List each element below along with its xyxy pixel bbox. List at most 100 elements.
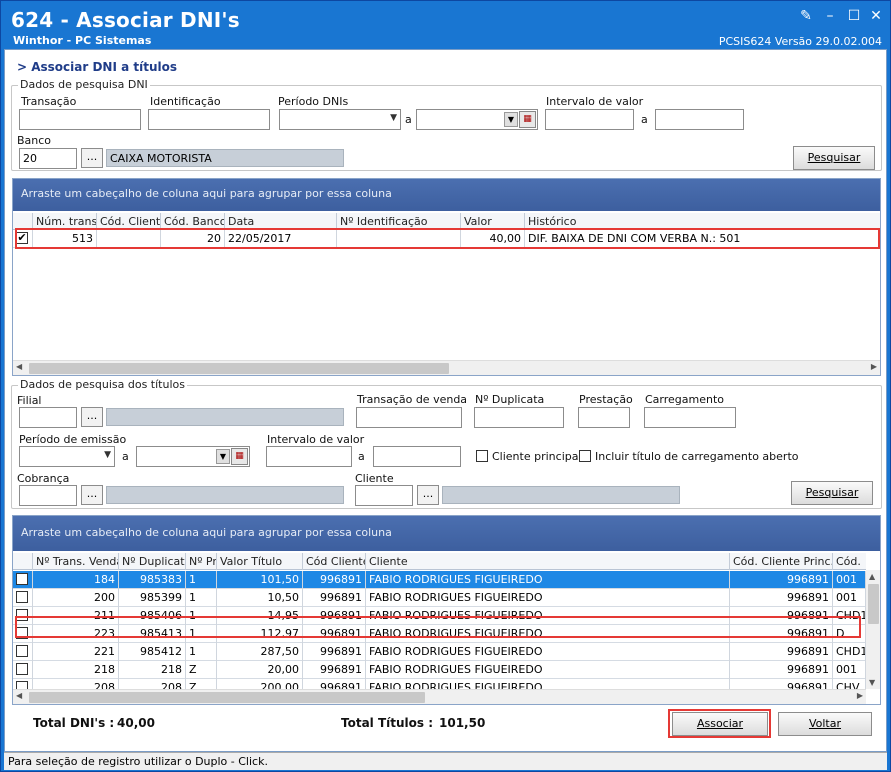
dni-row-checkbox[interactable]: ✔ [16, 232, 28, 244]
dni-grid-hscrollbar[interactable]: ◀ ▶ [13, 360, 880, 375]
dni-grid-hscroll-thumb[interactable] [29, 363, 449, 374]
incluir-carregamento-checkbox[interactable] [579, 450, 591, 462]
table-row[interactable]: 218 218 Z 20,00 996891 FABIO RODRIGUES FIGUEI… [13, 661, 866, 679]
titulo-cell-cod: 996891 [303, 661, 366, 679]
total-dni-value: 40,00 [117, 716, 155, 730]
titulos-grid-hscroll-thumb[interactable] [29, 692, 425, 703]
cliente-lookup-button[interactable]: ... [417, 485, 439, 505]
incluir-carregamento-label: Incluir título de carregamento aberto [595, 450, 799, 463]
calendar-icon[interactable]: ▦ [519, 111, 536, 128]
titulos-col-cliente[interactable]: Cliente [366, 553, 730, 570]
periodo-emissao-start-dropdown[interactable]: ▼ [19, 446, 115, 467]
titulo-cell-trans: 200 [33, 589, 119, 607]
periodo-emissao-end-dropdown[interactable]: ▼ ▦ [136, 446, 250, 467]
banco-lookup-button[interactable]: ... [81, 148, 103, 168]
dni-col-identificacao[interactable]: Nº Identificação [337, 213, 461, 230]
maximize-icon[interactable]: ☐ [845, 7, 863, 25]
titulos-grid-vscroll-thumb[interactable] [868, 584, 879, 624]
total-titulos-label: Total Títulos : [341, 716, 434, 730]
titulos-col-duplicata[interactable]: Nº Duplicata [119, 553, 186, 570]
titulos-grid-vscrollbar[interactable]: ▲ ▼ [866, 570, 880, 689]
dni-col-num-trans[interactable]: Núm. trans. [33, 213, 97, 230]
dni-col-historico[interactable]: Histórico [525, 213, 880, 230]
cobranca-lookup-button[interactable]: ... [81, 485, 103, 505]
identificacao-input[interactable] [148, 109, 270, 130]
titulo-cell-princ: 996891 [730, 607, 833, 625]
cobranca-input[interactable] [19, 485, 77, 506]
dni-cell-num-trans: 513 [33, 230, 97, 248]
associar-button[interactable]: Associar [672, 712, 768, 736]
titulo-row-checkbox[interactable]: ✔ [16, 573, 28, 585]
banco-code-input[interactable]: 20 [19, 148, 77, 169]
titulo-row-checkbox[interactable] [16, 591, 28, 603]
titulos-col-cliente-princ[interactable]: Cód. Cliente Princ. [730, 553, 833, 570]
titulos-valor-min-input[interactable] [266, 446, 352, 467]
valor-min-input[interactable] [545, 109, 634, 130]
titulo-cell-dup: 985383 [119, 571, 186, 589]
titulos-col-cod-cliente[interactable]: Cód Cliente [303, 553, 366, 570]
titulos-col-prestacao[interactable]: Nº Pr [186, 553, 217, 570]
window-title: 624 - Associar DNI's [11, 8, 240, 32]
pesquisar-dni-button[interactable]: Pesquisar [793, 146, 875, 170]
titulos-col-trans-venda[interactable]: Nº Trans. Venda [33, 553, 119, 570]
main-panel: > Associar DNI a títulos Dados de pesqui… [4, 49, 887, 752]
titulo-cell-cob: 001 [833, 589, 866, 607]
transacao-input[interactable] [19, 109, 141, 130]
filial-input[interactable] [19, 407, 77, 428]
minimize-icon[interactable]: – [821, 7, 839, 25]
cliente-input[interactable] [355, 485, 413, 506]
titulo-cell-trans: 223 [33, 625, 119, 643]
dni-col-valor[interactable]: Valor [461, 213, 525, 230]
emissao-a-label: a [122, 450, 129, 463]
titulo-row-checkbox[interactable] [16, 609, 28, 621]
table-row[interactable]: 200 985399 1 10,50 996891 FABIO RODRIGUES FIG… [13, 589, 866, 607]
filial-lookup-button[interactable]: ... [81, 407, 103, 427]
chevron-up-icon[interactable]: ▲ [869, 572, 875, 581]
titulos-col-cobranca[interactable]: Cód. [833, 553, 866, 570]
transacao-venda-input[interactable] [356, 407, 462, 428]
titulos-grid-hscrollbar[interactable]: ◀ ▶ [13, 689, 866, 704]
pesquisar-titulos-button[interactable]: Pesquisar [791, 481, 873, 505]
calendar-icon[interactable]: ▦ [231, 448, 248, 465]
titulo-row-checkbox[interactable] [16, 645, 28, 657]
chevron-right-icon[interactable]: ▶ [871, 362, 877, 371]
close-icon[interactable]: ✕ [867, 7, 885, 25]
cliente-principal-checkbox[interactable] [476, 450, 488, 462]
dni-cell-data: 22/05/2017 [225, 230, 337, 248]
table-row[interactable]: ✔ 513 20 22/05/2017 40,00 DIF. BAIXA DE … [13, 230, 880, 248]
carregamento-input[interactable] [644, 407, 736, 428]
titulos-valor-max-input[interactable] [373, 446, 461, 467]
app-window: 624 - Associar DNI's Winthor - PC Sistem… [0, 0, 891, 772]
titulos-grid-header: Nº Trans. Venda Nº Duplicata Nº Pr Valor… [13, 553, 866, 570]
cliente-name-field [442, 486, 680, 504]
titulo-cell-princ: 996891 [730, 571, 833, 589]
dni-col-data[interactable]: Data [225, 213, 337, 230]
prestacao-input[interactable] [578, 407, 630, 428]
table-row[interactable]: 223 985413 1 112,97 996891 FABIO RODRIGUES FI… [13, 625, 866, 643]
voltar-button[interactable]: Voltar [778, 712, 872, 736]
chevron-left-icon[interactable]: ◀ [16, 691, 22, 700]
dni-col-cod-banco[interactable]: Cód. Banco [161, 213, 225, 230]
dni-cell-historico: DIF. BAIXA DE DNI COM VERBA N.: 501 [528, 232, 741, 245]
intervalo-valor-titulos-label: Intervalo de valor [267, 433, 365, 446]
titulo-row-checkbox[interactable] [16, 627, 28, 639]
periodo-dnis-start-dropdown[interactable]: ▼ [279, 109, 401, 130]
table-row[interactable]: 211 985406 1 14,95 996891 FABIO RODRIGUES FIG… [13, 607, 866, 625]
titulo-cell-cob: D [833, 625, 866, 643]
pesquisar-dni-label: Pesquisar [807, 151, 861, 164]
table-row[interactable]: 221 985412 1 287,50 996891 FABIO RODRIGUES FI… [13, 643, 866, 661]
table-row[interactable]: ✔ 184 985383 1 101,50 996891 FABIO RODRIGUES F… [13, 571, 866, 589]
periodo-dnis-end-dropdown[interactable]: ▼ ▦ [416, 109, 538, 130]
dni-grid: Arraste um cabeçalho de coluna aqui para… [12, 178, 881, 376]
titulo-cell-pr: 1 [186, 571, 217, 589]
titulos-col-valor[interactable]: Valor Título [217, 553, 303, 570]
valor-max-input[interactable] [655, 109, 744, 130]
dni-col-cod-cliente[interactable]: Cód. Cliente [97, 213, 161, 230]
titulo-row-checkbox[interactable] [16, 663, 28, 675]
chevron-left-icon[interactable]: ◀ [16, 362, 22, 371]
duplicata-input[interactable] [474, 407, 564, 428]
chevron-down-icon[interactable]: ▼ [869, 678, 875, 687]
chevron-right-icon[interactable]: ▶ [857, 691, 863, 700]
titulos-col-check [13, 553, 33, 570]
edit-icon[interactable]: ✎ [797, 7, 815, 25]
